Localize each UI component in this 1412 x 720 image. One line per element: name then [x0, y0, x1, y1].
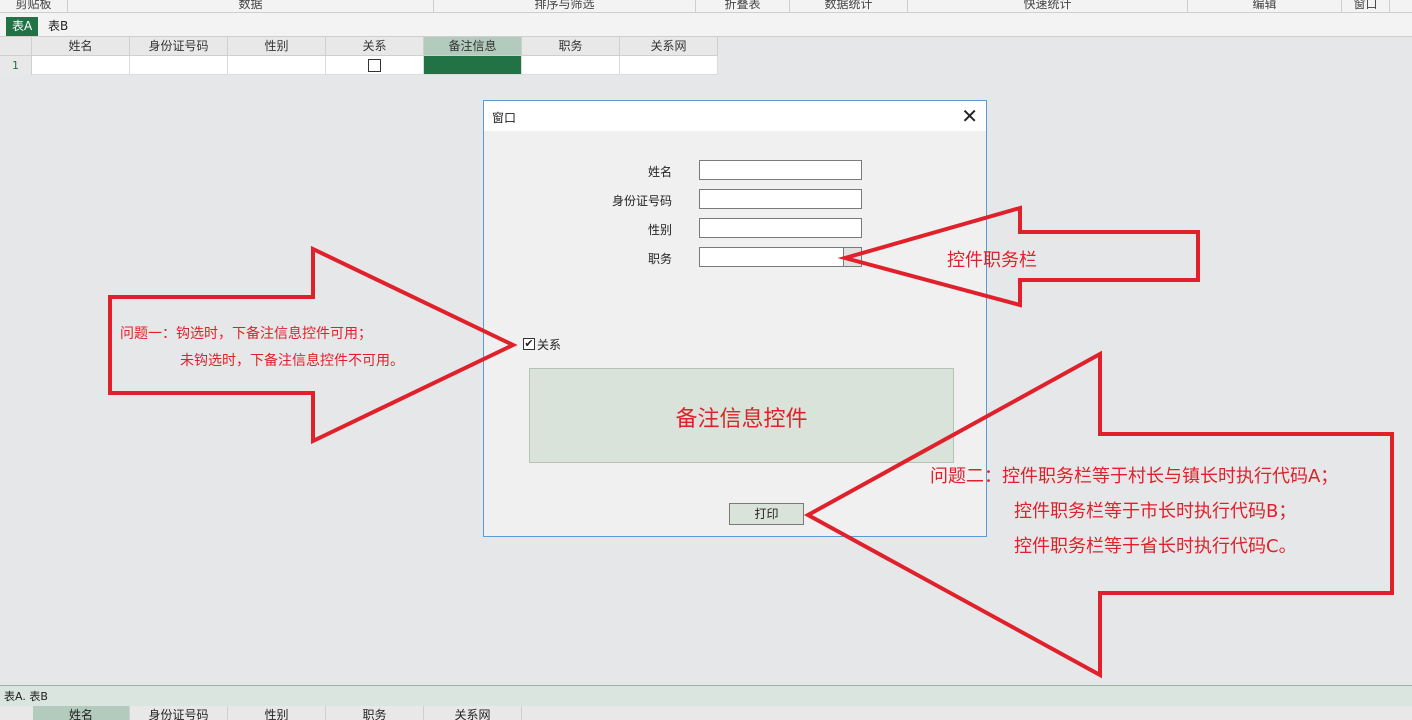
- bottom-bar-text: 表A. 表B: [4, 690, 48, 703]
- question2-line1: 问题二：控件职务栏等于村长与镇长时执行代码A；: [930, 466, 1339, 487]
- question2-line3: 控件职务栏等于省长时执行代码C。: [1014, 536, 1297, 557]
- question1-line2: 未钩选时，下备注信息控件不可用。: [180, 353, 404, 369]
- combo-note: 控件职务栏: [947, 250, 1037, 271]
- question2-line2: 控件职务栏等于市长时执行代码B；: [1014, 501, 1297, 522]
- bottom-column-network[interactable]: 关系网: [424, 706, 522, 720]
- bottom-grid-header: 姓名 身份证号码 性别 职务 关系网: [0, 706, 1412, 720]
- question1-line1: 问题一：钩选时，下备注信息控件可用；: [120, 326, 372, 342]
- bottom-column-name[interactable]: 姓名: [33, 706, 130, 720]
- bottom-column-position[interactable]: 职务: [326, 706, 424, 720]
- arrow-left-question1: [108, 245, 518, 445]
- bottom-column-gender[interactable]: 性别: [228, 706, 326, 720]
- bottom-column-id-number[interactable]: 身份证号码: [130, 706, 228, 720]
- bottom-status-bar: 表A. 表B: [0, 685, 1412, 707]
